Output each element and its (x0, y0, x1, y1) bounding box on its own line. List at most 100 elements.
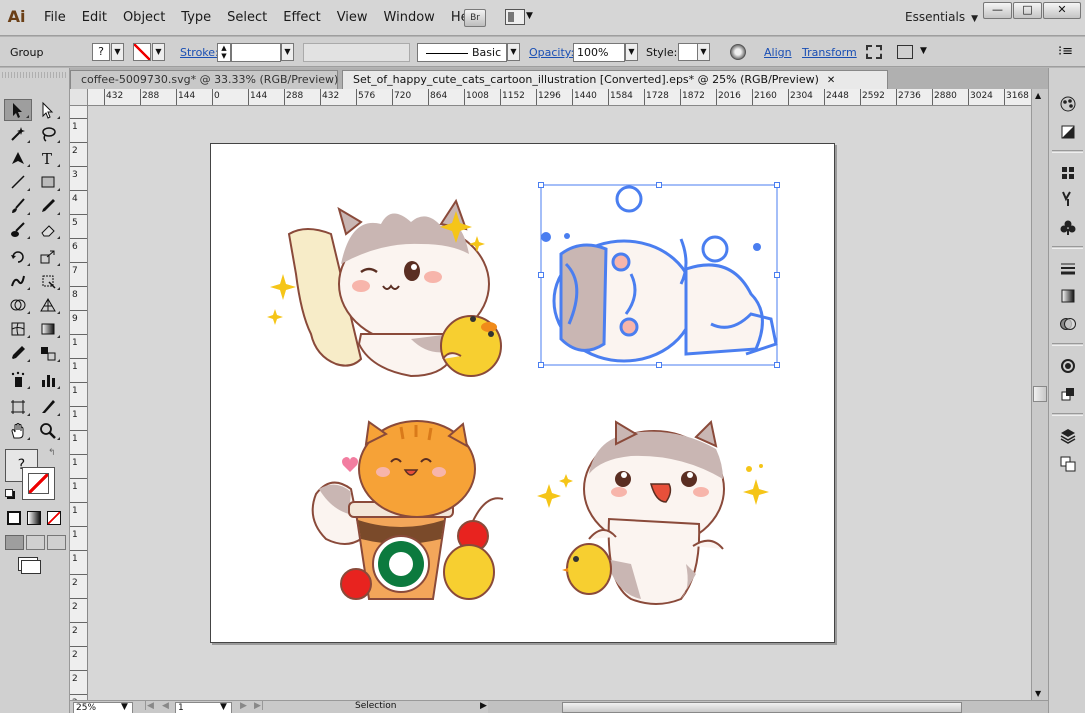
stroke-panel-icon[interactable] (1058, 259, 1078, 279)
symbol-sprayer-tool-icon[interactable] (4, 369, 32, 391)
stroke-weight-field[interactable] (231, 43, 281, 62)
close-window-button[interactable]: ✕ (1043, 2, 1081, 19)
eraser-tool-icon[interactable] (34, 219, 62, 241)
opacity-field[interactable]: 100% (573, 43, 625, 62)
menu-edit[interactable]: Edit (74, 0, 115, 36)
swatches-panel-icon[interactable] (1058, 163, 1078, 183)
panel-menu-icon[interactable]: ⁝≡ (1058, 44, 1073, 59)
artboard-tool-icon[interactable] (4, 396, 32, 418)
type-tool-icon[interactable]: T (34, 147, 62, 169)
rectangle-tool-icon[interactable] (34, 171, 62, 193)
opacity-dropdown[interactable]: ▼ (625, 43, 638, 61)
scroll-thumb[interactable] (1033, 386, 1047, 402)
next-artboard-icon[interactable]: ▶ (240, 701, 247, 711)
recolor-artwork-icon[interactable] (730, 44, 746, 60)
magic-wand-tool-icon[interactable] (4, 123, 32, 145)
column-graph-tool-icon[interactable] (34, 369, 62, 391)
workspace-switcher[interactable]: Essentials ▼ (888, 8, 978, 26)
stroke-panel-link[interactable]: Stroke: (180, 46, 219, 59)
zoom-tool-icon[interactable] (34, 420, 62, 442)
lasso-tool-icon[interactable] (34, 123, 62, 145)
gradient-panel-icon[interactable] (1058, 286, 1078, 306)
color-guide-icon[interactable] (1058, 122, 1078, 142)
selection-tool-icon[interactable] (4, 99, 32, 121)
gradient-mode-icon[interactable] (27, 511, 41, 525)
brush-dropdown[interactable]: ▼ (507, 43, 520, 61)
canvas-area[interactable] (88, 106, 1031, 700)
blob-brush-tool-icon[interactable] (4, 219, 32, 241)
swap-fill-stroke-icon[interactable]: ↰ (48, 448, 56, 458)
cat-with-chick[interactable] (537, 419, 769, 605)
fill-color-swatch[interactable]: ? (92, 43, 110, 61)
opacity-panel-link[interactable]: Opacity: (529, 46, 574, 59)
menu-object[interactable]: Object (115, 0, 173, 36)
chevron-down-icon[interactable]: ▼ (220, 702, 227, 712)
brushes-panel-icon[interactable] (1058, 189, 1078, 209)
transform-panel-link[interactable]: Transform (802, 46, 857, 59)
scroll-down-icon[interactable]: ▼ (1035, 689, 1041, 698)
free-transform-tool-icon[interactable] (34, 270, 62, 292)
align-panel-link[interactable]: Align (764, 46, 792, 59)
transparency-panel-icon[interactable] (1058, 314, 1078, 334)
previous-artboard-icon[interactable]: ◀ (162, 701, 169, 711)
stroke-swatch[interactable] (22, 467, 55, 500)
appearance-panel-icon[interactable] (1058, 356, 1078, 376)
isolate-group-icon[interactable] (866, 45, 882, 59)
line-segment-tool-icon[interactable] (4, 171, 32, 193)
stroke-weight-stepper[interactable]: ▲ ▼ (217, 43, 231, 62)
perspective-grid-tool-icon[interactable] (34, 294, 62, 316)
default-fill-stroke-icon[interactable] (5, 489, 13, 497)
shape-builder-tool-icon[interactable] (4, 294, 32, 316)
menu-effect[interactable]: Effect (275, 0, 328, 36)
menu-file[interactable]: File (36, 0, 74, 36)
draw-behind-icon[interactable] (26, 535, 45, 550)
menu-view[interactable]: View (329, 0, 376, 36)
stroke-dropdown-arrow[interactable]: ▼ (152, 43, 165, 61)
scale-tool-icon[interactable] (34, 246, 62, 268)
minimize-button[interactable]: — (983, 2, 1012, 19)
status-menu-icon[interactable]: ▶ (480, 701, 487, 711)
chevron-down-icon[interactable]: ▼ (920, 46, 927, 56)
scroll-up-icon[interactable]: ▲ (1035, 91, 1041, 100)
tab-cats-document[interactable]: Set_of_happy_cute_cats_cartoon_illustrat… (342, 70, 888, 89)
scroll-thumb[interactable] (562, 702, 962, 713)
vertical-scrollbar[interactable]: ▲ ▼ (1031, 89, 1048, 700)
maximize-button[interactable]: □ (1013, 2, 1042, 19)
bounding-box-options-icon[interactable] (897, 45, 913, 59)
color-panel-icon[interactable] (1058, 94, 1078, 114)
last-artboard-icon[interactable]: ▶| (254, 701, 264, 711)
horizontal-ruler[interactable]: 432 288 144 0 144 288 432 576 720 864 1008 1152 1296… (88, 89, 1031, 106)
graphic-styles-panel-icon[interactable] (1058, 384, 1078, 404)
brush-definition-field[interactable]: Basic (417, 43, 507, 62)
eyedropper-tool-icon[interactable] (4, 342, 32, 364)
menu-select[interactable]: Select (219, 0, 275, 36)
menu-type[interactable]: Type (173, 0, 219, 36)
symbols-panel-icon[interactable] (1058, 217, 1078, 237)
slice-tool-icon[interactable] (34, 396, 62, 418)
color-mode-icon[interactable] (7, 511, 21, 525)
menu-window[interactable]: Window (376, 0, 443, 36)
draw-normal-icon[interactable] (5, 535, 24, 550)
cat-sleeping-selected[interactable] (552, 185, 778, 363)
draw-inside-icon[interactable] (47, 535, 66, 550)
artboards-panel-icon[interactable] (1058, 454, 1078, 474)
close-icon[interactable]: ✕ (827, 75, 835, 86)
vertical-ruler[interactable]: 1234567891111111111222222 (70, 106, 88, 700)
direct-selection-tool-icon[interactable] (34, 99, 62, 121)
stroke-weight-dropdown[interactable]: ▼ (281, 43, 294, 61)
artboard[interactable] (210, 143, 835, 643)
stroke-color-swatch[interactable] (133, 43, 151, 61)
warp-tool-icon[interactable] (4, 270, 32, 292)
fill-dropdown-arrow[interactable]: ▼ (111, 43, 124, 61)
screen-mode-icon[interactable] (21, 560, 41, 574)
arrange-documents-button[interactable]: ▼ (505, 9, 535, 27)
hand-tool-icon[interactable] (4, 420, 32, 442)
cat-holding-scroll[interactable] (267, 198, 502, 378)
mesh-tool-icon[interactable] (4, 318, 32, 340)
chevron-down-icon[interactable]: ▼ (121, 702, 128, 712)
none-mode-icon[interactable] (47, 511, 61, 525)
horizontal-scrollbar[interactable] (488, 701, 1048, 713)
blend-tool-icon[interactable] (34, 342, 62, 364)
graphic-style-dropdown[interactable]: ▼ (697, 43, 710, 61)
layers-panel-icon[interactable] (1058, 426, 1078, 446)
